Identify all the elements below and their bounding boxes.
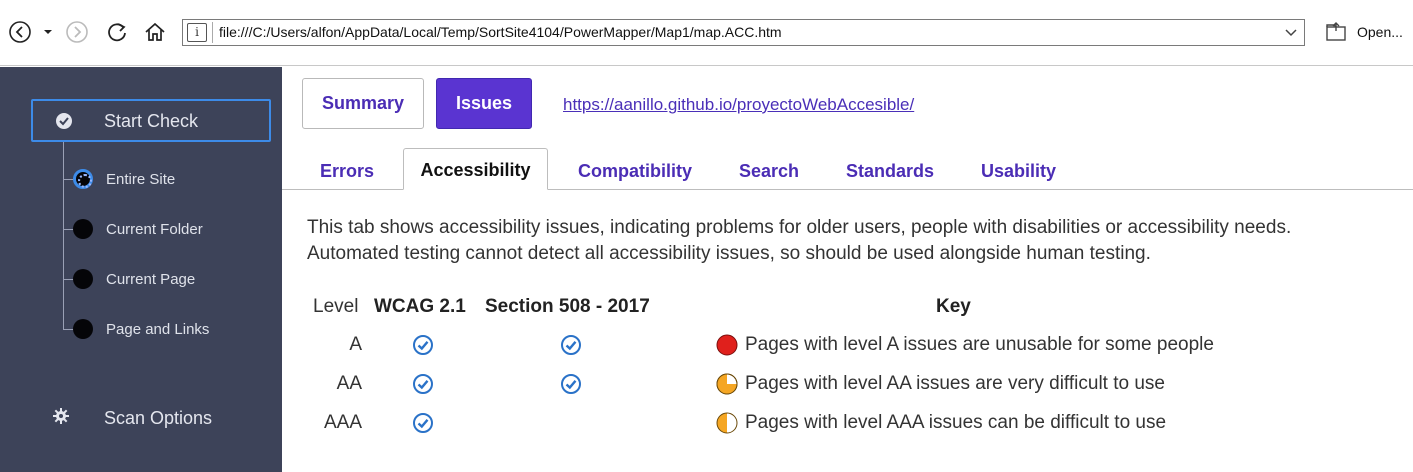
site-url-link[interactable]: https://aanillo.github.io/proyectoWebAcc… bbox=[563, 95, 914, 115]
open-button[interactable]: Open... bbox=[1325, 19, 1403, 45]
tree-connector bbox=[63, 142, 64, 330]
key-text-a: Pages with level A issues are unusable f… bbox=[745, 334, 1214, 355]
key-text-aaa: Pages with level AAA issues can be diffi… bbox=[745, 412, 1167, 433]
sidebar-item-label: Entire Site bbox=[106, 171, 176, 188]
chevron-down-icon bbox=[44, 30, 52, 34]
tab-errors[interactable]: Errors bbox=[320, 161, 374, 182]
check-circle-icon bbox=[56, 113, 72, 129]
check-icon bbox=[413, 335, 433, 355]
tab-standards[interactable]: Standards bbox=[846, 161, 934, 182]
orange-three-quarter-circle-icon bbox=[716, 373, 738, 395]
description-line-2: Automated testing cannot detect all acce… bbox=[307, 243, 1151, 264]
open-label: Open... bbox=[1357, 24, 1403, 40]
start-check-label: Start Check bbox=[104, 111, 199, 131]
sidebar: Start Check Entire Site Current Folder C… bbox=[0, 67, 282, 472]
check-icon bbox=[561, 374, 581, 394]
back-button[interactable] bbox=[5, 17, 35, 47]
forward-arrow-icon bbox=[66, 21, 88, 43]
address-bar[interactable]: i file:///C:/Users/alfon/AppData/Local/T… bbox=[182, 19, 1305, 46]
tab-search[interactable]: Search bbox=[739, 161, 799, 182]
sidebar-item-label: Page and Links bbox=[106, 321, 210, 338]
address-text[interactable]: file:///C:/Users/alfon/AppData/Local/Tem… bbox=[219, 24, 782, 40]
page-info-icon[interactable]: i bbox=[187, 23, 207, 42]
radio-icon[interactable] bbox=[73, 319, 93, 339]
main-content: Summary Issues https://aanillo.github.io… bbox=[282, 67, 1413, 472]
forward-button[interactable] bbox=[62, 17, 92, 47]
tab-accessibility[interactable]: Accessibility bbox=[403, 148, 548, 190]
row-level-a: A bbox=[349, 334, 362, 355]
radio-icon[interactable] bbox=[73, 219, 93, 239]
header-wcag: WCAG 2.1 bbox=[374, 296, 466, 317]
back-arrow-icon bbox=[9, 21, 31, 43]
tab-description: This tab shows accessibility issues, ind… bbox=[307, 215, 1397, 267]
check-icon bbox=[561, 335, 581, 355]
check-icon bbox=[413, 374, 433, 394]
sidebar-item-label: Current Folder bbox=[106, 221, 203, 238]
header-key: Key bbox=[936, 296, 971, 317]
browser-toolbar: i file:///C:/Users/alfon/AppData/Local/T… bbox=[0, 0, 1413, 66]
scan-options-label: Scan Options bbox=[104, 408, 213, 428]
refresh-button[interactable] bbox=[102, 17, 132, 47]
row-level-aa: AA bbox=[336, 373, 362, 394]
radio-selected-icon[interactable] bbox=[73, 169, 93, 189]
check-icon bbox=[413, 413, 433, 433]
sidebar-item-label: Current Page bbox=[106, 271, 196, 288]
home-icon bbox=[145, 22, 165, 41]
gear-icon bbox=[53, 408, 69, 424]
tab-usability[interactable]: Usability bbox=[981, 161, 1056, 182]
description-line-1: This tab shows accessibility issues, ind… bbox=[307, 217, 1292, 238]
key-text-aa: Pages with level AA issues are very diff… bbox=[745, 373, 1165, 394]
orange-half-circle-icon bbox=[716, 412, 738, 434]
open-folder-icon bbox=[1326, 22, 1346, 41]
address-separator bbox=[212, 22, 213, 43]
row-level-aaa: AAA bbox=[323, 412, 362, 433]
history-dropdown-button[interactable] bbox=[35, 17, 61, 47]
home-button[interactable] bbox=[140, 17, 170, 47]
red-full-circle-icon bbox=[716, 334, 738, 356]
refresh-icon bbox=[108, 23, 126, 42]
radio-icon[interactable] bbox=[73, 269, 93, 289]
start-check-button[interactable]: Start Check bbox=[31, 99, 271, 142]
header-level: Level bbox=[313, 296, 359, 317]
chevron-down-icon[interactable] bbox=[1282, 23, 1300, 41]
tab-compatibility[interactable]: Compatibility bbox=[578, 161, 692, 182]
header-section508: Section 508 - 2017 bbox=[485, 296, 650, 317]
issues-button[interactable]: Issues bbox=[436, 78, 532, 129]
summary-button[interactable]: Summary bbox=[302, 78, 424, 129]
